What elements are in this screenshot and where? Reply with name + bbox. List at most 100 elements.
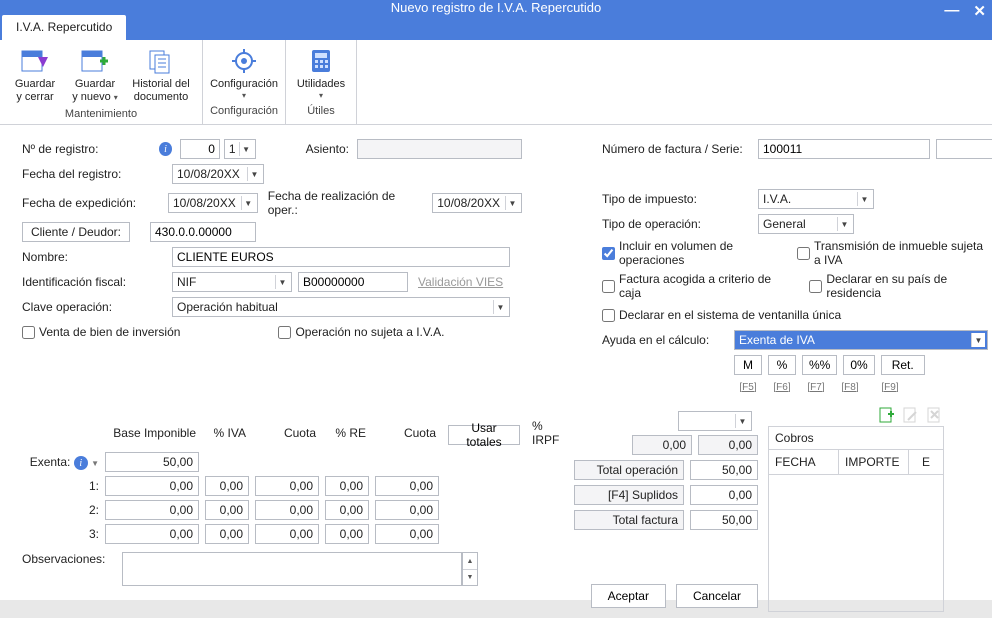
observaciones-input[interactable] <box>122 552 462 586</box>
label-fecha-realizacion: Fecha de realización de oper.: <box>268 189 424 217</box>
r2-cuota2-input[interactable]: 0,00 <box>375 500 439 520</box>
total-factura-value: 50,00 <box>690 510 758 530</box>
usar-totales-button[interactable]: Usar totales <box>448 425 520 445</box>
label-observaciones: Observaciones: <box>22 552 122 566</box>
chevron-up-icon[interactable]: ▲ <box>463 553 477 570</box>
r3-cuota2-input[interactable]: 0,00 <box>375 524 439 544</box>
row-2-label: 2: <box>22 498 102 522</box>
n-registro-1-input[interactable] <box>180 139 220 159</box>
label-n-registro: Nº de registro: <box>22 142 159 156</box>
chk-criterio-caja[interactable]: Factura acogida a criterio de caja <box>602 272 781 300</box>
fecha-realizacion-input[interactable]: 10/08/20XX▼ <box>432 193 522 213</box>
numero-factura-input[interactable] <box>758 139 930 159</box>
r3-pctiva-input[interactable]: 0,00 <box>205 524 249 544</box>
nombre-input[interactable] <box>172 247 510 267</box>
irpf-cuota-1: 0,00 <box>632 435 692 455</box>
chk-ventanilla-unica[interactable]: Declarar en el sistema de ventanilla úni… <box>602 308 841 322</box>
cancelar-button[interactable]: Cancelar <box>676 584 758 608</box>
new-doc-icon[interactable] <box>878 406 896 424</box>
aceptar-button[interactable]: Aceptar <box>591 584 666 608</box>
minimize-icon[interactable]: — <box>944 2 959 20</box>
cliente-input[interactable] <box>150 222 256 242</box>
label-identificacion: Identificación fiscal: <box>22 275 172 289</box>
r3-base-input[interactable]: 0,00 <box>105 524 199 544</box>
r1-cuota-input[interactable]: 0,00 <box>255 476 319 496</box>
chevron-down-icon[interactable]: ▼ <box>239 142 253 156</box>
chk-transmision-inmueble[interactable]: Transmisión de inmueble sujeta a IVA <box>797 239 990 267</box>
r2-cuota-input[interactable]: 0,00 <box>255 500 319 520</box>
suplidos-value[interactable]: 0,00 <box>690 485 758 505</box>
chk-operacion-no-sujeta[interactable]: Operación no sujeta a I.V.A. <box>278 325 444 339</box>
label-fecha-expedicion: Fecha de expedición: <box>22 196 168 210</box>
chevron-down-icon[interactable]: ▼ <box>857 192 871 206</box>
calc-pct-button[interactable]: % <box>768 355 796 375</box>
chevron-down-icon[interactable]: ▼ <box>91 459 99 468</box>
calc-m-button[interactable]: M <box>734 355 762 375</box>
r1-cuota2-input[interactable]: 0,00 <box>375 476 439 496</box>
ribbon-group-configuracion: Configuración <box>210 102 278 119</box>
chevron-down-icon[interactable]: ▼ <box>837 217 851 231</box>
calc-0pct-button[interactable]: 0% <box>843 355 874 375</box>
tab-iva-repercutido[interactable]: I.V.A. Repercutido <box>2 15 126 40</box>
fecha-expedicion-input[interactable]: 10/08/20XX▼ <box>168 193 258 213</box>
chk-venta-bien-inversion[interactable]: Venta de bien de inversión <box>22 325 180 339</box>
delete-doc-icon[interactable] <box>926 406 944 424</box>
chevron-down-icon[interactable]: ▼ <box>493 300 507 314</box>
chevron-down-icon[interactable]: ▼ <box>971 333 985 347</box>
history-icon <box>145 46 177 76</box>
row-1-label: 1: <box>22 474 102 498</box>
ayuda-calculo-select[interactable]: Exenta de IVA▼ <box>734 330 988 350</box>
col-cuota: Cuota <box>252 416 322 450</box>
hint-f5: [F5] <box>734 382 762 393</box>
observaciones-spinner[interactable]: ▲▼ <box>462 552 478 586</box>
r2-pctre-input[interactable]: 0,00 <box>325 500 369 520</box>
gear-icon <box>228 46 260 76</box>
save-and-new-button[interactable]: Guardar y nuevo ▾ <box>66 44 124 105</box>
cliente-deudor-button[interactable]: Cliente / Deudor: <box>22 222 130 242</box>
hint-f8: [F8] <box>836 382 864 393</box>
exenta-base-input[interactable]: 50,00 <box>105 452 199 472</box>
r1-pctre-input[interactable]: 0,00 <box>325 476 369 496</box>
document-history-button[interactable]: Historial del documento <box>126 44 196 105</box>
r1-base-input[interactable]: 0,00 <box>105 476 199 496</box>
calc-pctpct-button[interactable]: %% <box>802 355 837 375</box>
utilities-button[interactable]: Utilidades ▾ <box>292 44 350 102</box>
chevron-down-icon[interactable]: ▼ <box>463 570 477 586</box>
serie-input[interactable] <box>936 139 992 159</box>
hint-f9: [F9] <box>870 382 910 393</box>
r2-base-input[interactable]: 0,00 <box>105 500 199 520</box>
label-total-operacion: Total operación <box>574 460 684 480</box>
edit-doc-icon[interactable] <box>902 406 920 424</box>
chevron-down-icon[interactable]: ▼ <box>505 196 519 210</box>
r1-pctiva-input[interactable]: 0,00 <box>205 476 249 496</box>
tipo-impuesto-select[interactable]: I.V.A.▼ <box>758 189 874 209</box>
chevron-down-icon[interactable]: ▼ <box>735 414 749 428</box>
label-nombre: Nombre: <box>22 250 172 264</box>
col-pct-re: % RE <box>322 416 372 450</box>
label-clave-operacion: Clave operación: <box>22 300 172 314</box>
validacion-vies-link[interactable]: Validación VIES <box>418 275 503 289</box>
r3-pctre-input[interactable]: 0,00 <box>325 524 369 544</box>
chevron-down-icon[interactable]: ▼ <box>241 196 255 210</box>
close-icon[interactable]: ✕ <box>973 2 986 20</box>
label-suplidos[interactable]: [F4] Suplidos <box>574 485 684 505</box>
fecha-registro-input[interactable]: 10/08/20XX▼ <box>172 164 264 184</box>
clave-operacion-select[interactable]: Operación habitual▼ <box>172 297 510 317</box>
calc-ret-button[interactable]: Ret. <box>881 355 925 375</box>
configuration-button[interactable]: Configuración ▾ <box>209 44 279 102</box>
save-and-close-button[interactable]: Guardar y cerrar <box>6 44 64 105</box>
save-new-icon <box>79 46 111 76</box>
n-registro-2-combo[interactable]: 1▼ <box>224 139 256 159</box>
info-icon[interactable]: i <box>159 142 172 156</box>
chk-declarar-pais[interactable]: Declarar en su país de residencia <box>809 272 990 300</box>
r2-pctiva-input[interactable]: 0,00 <box>205 500 249 520</box>
tipo-operacion-select[interactable]: General▼ <box>758 214 854 234</box>
info-icon[interactable]: i <box>74 456 88 470</box>
chevron-down-icon[interactable]: ▼ <box>275 275 289 289</box>
identificacion-numero-input[interactable] <box>298 272 408 292</box>
irpf-select[interactable]: ▼ <box>678 411 752 431</box>
chevron-down-icon[interactable]: ▼ <box>247 167 261 181</box>
r3-cuota-input[interactable]: 0,00 <box>255 524 319 544</box>
identificacion-tipo-select[interactable]: NIF▼ <box>172 272 292 292</box>
chk-incluir-volumen[interactable]: Incluir en volumen de operaciones <box>602 239 779 267</box>
